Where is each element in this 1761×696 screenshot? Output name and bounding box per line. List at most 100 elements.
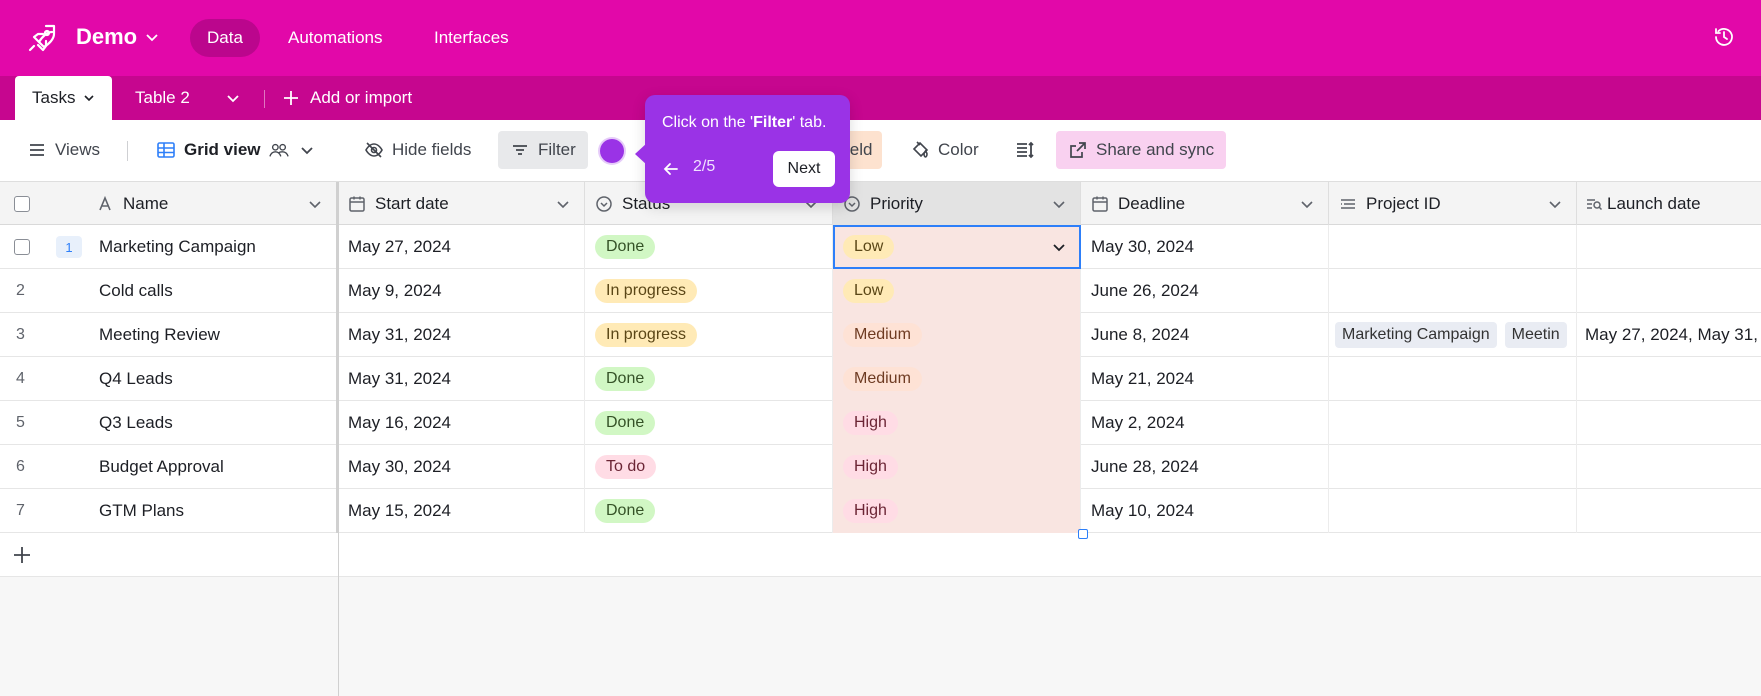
priority-cell[interactable]: Low bbox=[833, 269, 1081, 313]
color-button[interactable]: Color bbox=[900, 131, 989, 169]
add-record-row[interactable] bbox=[0, 533, 1761, 577]
column-header-project-id[interactable]: Project ID bbox=[1329, 182, 1577, 225]
row-checkbox[interactable] bbox=[14, 239, 30, 255]
history-icon[interactable] bbox=[1713, 26, 1735, 48]
name-cell[interactable]: Q4 Leads bbox=[86, 357, 338, 401]
table-row[interactable]: 7 GTM Plans May 15, 2024 Done High May 1… bbox=[0, 489, 1761, 533]
hamburger-icon bbox=[30, 144, 44, 156]
status-cell[interactable]: Done bbox=[585, 225, 833, 269]
start-date-cell[interactable]: May 30, 2024 bbox=[338, 445, 585, 489]
linked-record-chip[interactable]: Meetin bbox=[1504, 322, 1567, 348]
plus-icon[interactable] bbox=[12, 545, 32, 565]
select-all-checkbox[interactable] bbox=[14, 195, 30, 212]
project-id-cell[interactable] bbox=[1329, 357, 1577, 401]
launch-date-cell[interactable] bbox=[1577, 401, 1761, 445]
tab-table-2[interactable]: Table 2 bbox=[135, 76, 190, 120]
deadline-cell[interactable]: May 30, 2024 bbox=[1081, 225, 1329, 269]
deadline-cell[interactable]: May 10, 2024 bbox=[1081, 489, 1329, 533]
share-and-sync-button[interactable]: Share and sync bbox=[1056, 131, 1227, 169]
status-cell[interactable]: In progress bbox=[585, 269, 833, 313]
launch-date-cell[interactable] bbox=[1577, 269, 1761, 313]
nav-automations[interactable]: Automations bbox=[271, 19, 400, 57]
launch-date-cell[interactable] bbox=[1577, 357, 1761, 401]
start-date-cell[interactable]: May 27, 2024 bbox=[338, 225, 585, 269]
name-cell[interactable]: Q3 Leads bbox=[86, 401, 338, 445]
priority-cell[interactable]: Medium bbox=[833, 357, 1081, 401]
project-id-cell[interactable] bbox=[1329, 269, 1577, 313]
column-header-priority[interactable]: Priority bbox=[833, 182, 1081, 225]
tooltip-next-button[interactable]: Next bbox=[773, 151, 835, 187]
column-header-start-date[interactable]: Start date bbox=[338, 182, 585, 225]
priority-cell[interactable]: High bbox=[833, 445, 1081, 489]
table-row[interactable]: 4 Q4 Leads May 31, 2024 Done Medium May … bbox=[0, 357, 1761, 401]
deadline-cell[interactable]: May 21, 2024 bbox=[1081, 357, 1329, 401]
status-cell[interactable]: Done bbox=[585, 401, 833, 445]
name-cell[interactable]: Cold calls bbox=[86, 269, 338, 313]
column-header-launch-date[interactable]: Launch date bbox=[1577, 182, 1761, 225]
priority-cell-selected[interactable]: Low bbox=[833, 225, 1081, 269]
name-cell[interactable]: GTM Plans bbox=[86, 489, 338, 533]
priority-cell[interactable]: High bbox=[833, 401, 1081, 445]
column-header-name[interactable]: Name bbox=[86, 182, 338, 225]
row-height-button[interactable] bbox=[1005, 131, 1045, 169]
status-cell[interactable]: Done bbox=[585, 489, 833, 533]
project-id-cell[interactable]: Marketing Campaign Meetin bbox=[1329, 313, 1577, 357]
table-row[interactable]: 6 Budget Approval May 30, 2024 To do Hig… bbox=[0, 445, 1761, 489]
deadline-cell[interactable]: June 26, 2024 bbox=[1081, 269, 1329, 313]
nav-data[interactable]: Data bbox=[190, 19, 260, 57]
priority-pill: Medium bbox=[843, 367, 922, 391]
table-row[interactable]: 5 Q3 Leads May 16, 2024 Done High May 2,… bbox=[0, 401, 1761, 445]
launch-date-cell[interactable]: May 27, 2024, May 31, bbox=[1577, 313, 1761, 357]
views-button[interactable]: Views bbox=[17, 131, 110, 169]
status-cell[interactable]: Done bbox=[585, 357, 833, 401]
hide-fields-button[interactable]: Hide fields bbox=[354, 131, 481, 169]
launch-date-cell[interactable] bbox=[1577, 225, 1761, 269]
rocket-logo-icon[interactable] bbox=[26, 22, 58, 54]
chevron-down-icon[interactable] bbox=[1052, 197, 1066, 211]
project-id-cell[interactable] bbox=[1329, 489, 1577, 533]
chevron-down-icon[interactable] bbox=[1052, 240, 1066, 254]
start-date-cell[interactable]: May 31, 2024 bbox=[338, 313, 585, 357]
start-date-cell[interactable]: May 15, 2024 bbox=[338, 489, 585, 533]
name-cell[interactable]: Marketing Campaign bbox=[86, 225, 338, 269]
filter-button[interactable]: Filter bbox=[498, 131, 588, 169]
more-tables-button[interactable] bbox=[226, 76, 246, 120]
nav-interfaces[interactable]: Interfaces bbox=[417, 19, 526, 57]
name-cell[interactable]: Meeting Review bbox=[86, 313, 338, 357]
start-date-cell[interactable]: May 9, 2024 bbox=[338, 269, 585, 313]
priority-cell[interactable]: Medium bbox=[833, 313, 1081, 357]
start-date-cell[interactable]: May 16, 2024 bbox=[338, 401, 585, 445]
chevron-down-icon[interactable] bbox=[1548, 197, 1562, 211]
add-or-import-button[interactable]: Add or import bbox=[282, 76, 412, 120]
base-name-menu[interactable]: Demo bbox=[76, 24, 159, 50]
priority-cell[interactable]: High bbox=[833, 489, 1081, 533]
start-date-cell[interactable]: May 31, 2024 bbox=[338, 357, 585, 401]
linked-record-chip[interactable]: Marketing Campaign bbox=[1335, 322, 1497, 348]
project-id-cell[interactable] bbox=[1329, 401, 1577, 445]
table-row[interactable]: 2 Cold calls May 9, 2024 In progress Low… bbox=[0, 269, 1761, 313]
row-number: 7 bbox=[16, 502, 25, 519]
chevron-down-icon[interactable] bbox=[556, 197, 570, 211]
project-id-cell[interactable] bbox=[1329, 445, 1577, 489]
deadline-cell[interactable]: May 2, 2024 bbox=[1081, 401, 1329, 445]
column-launch-date-label: Launch date bbox=[1607, 193, 1701, 213]
name-cell[interactable]: Budget Approval bbox=[86, 445, 338, 489]
column-header-deadline[interactable]: Deadline bbox=[1081, 182, 1329, 225]
table-row[interactable]: 3 Meeting Review May 31, 2024 In progres… bbox=[0, 313, 1761, 357]
tab-tasks[interactable]: Tasks bbox=[15, 76, 113, 120]
table-row[interactable]: 1 Marketing Campaign May 27, 2024 Done L… bbox=[0, 225, 1761, 269]
launch-date-cell[interactable] bbox=[1577, 445, 1761, 489]
status-cell[interactable]: In progress bbox=[585, 313, 833, 357]
grid-view-button[interactable]: Grid view bbox=[146, 131, 327, 169]
status-cell[interactable]: To do bbox=[585, 445, 833, 489]
launch-date-cell[interactable] bbox=[1577, 489, 1761, 533]
project-id-cell[interactable] bbox=[1329, 225, 1577, 269]
deadline-cell[interactable]: June 8, 2024 bbox=[1081, 313, 1329, 357]
calendar-icon bbox=[349, 196, 365, 212]
chevron-down-icon[interactable] bbox=[308, 197, 322, 211]
fill-handle[interactable] bbox=[1078, 529, 1088, 539]
tooltip-step-counter: 2/5 bbox=[693, 158, 716, 175]
deadline-cell[interactable]: June 28, 2024 bbox=[1081, 445, 1329, 489]
arrow-left-icon[interactable] bbox=[662, 160, 680, 178]
chevron-down-icon[interactable] bbox=[1300, 197, 1314, 211]
